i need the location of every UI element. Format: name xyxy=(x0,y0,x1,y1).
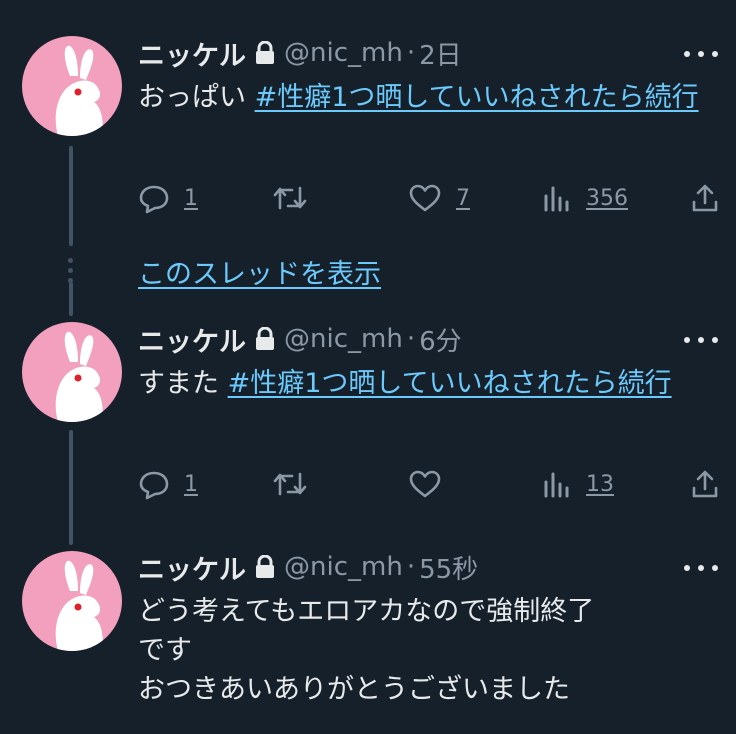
heart-icon xyxy=(409,184,441,212)
more-icon[interactable] xyxy=(684,44,718,64)
rabbit-icon xyxy=(55,560,103,651)
avatar[interactable] xyxy=(22,36,122,136)
retweet-button[interactable] xyxy=(272,464,308,504)
tweet-text: どう考えてもエロアカなので強制終了 です おつきあいありがとうございました xyxy=(138,592,718,709)
tweet-header: ニッケル @nic_mh · 55秒 xyxy=(138,547,478,587)
retweet-icon xyxy=(273,472,307,496)
reply-icon xyxy=(139,471,169,500)
reply-count: 1 xyxy=(184,471,198,497)
more-icon[interactable] xyxy=(684,558,718,578)
lock-icon xyxy=(254,327,276,351)
avatar[interactable] xyxy=(22,322,122,422)
tweet-text-line: おつきあいありがとうございました xyxy=(138,674,570,705)
like-button[interactable]: 7 xyxy=(408,178,470,218)
tweet-text-prefix: おっぱい xyxy=(138,82,255,113)
separator: · xyxy=(406,324,416,354)
hashtag-link[interactable]: #性癖1つ晒していいねされたら続行 xyxy=(255,82,699,113)
tweet-text: おっぱい #性癖1つ晒していいねされたら続行 xyxy=(138,78,718,117)
views-button[interactable]: 13 xyxy=(542,464,614,504)
lock-icon xyxy=(254,41,276,65)
reply-button[interactable]: 1 xyxy=(138,464,198,504)
view-count: 356 xyxy=(586,185,628,211)
tweet-text-line: どう考えてもエロアカなので強制終了 xyxy=(138,596,595,627)
retweet-icon xyxy=(273,186,307,210)
like-button[interactable] xyxy=(408,464,442,504)
hashtag-link[interactable]: #性癖1つ晒していいねされたら続行 xyxy=(228,368,672,399)
user-handle[interactable]: @nic_mh xyxy=(284,552,403,582)
share-button[interactable] xyxy=(690,178,720,218)
share-icon xyxy=(692,184,718,212)
views-icon xyxy=(544,472,569,498)
tweet-actions: 1 7 356 xyxy=(138,178,728,218)
separator: · xyxy=(406,38,416,68)
tweet-actions: 1 13 xyxy=(138,464,728,504)
retweet-button[interactable] xyxy=(272,178,308,218)
share-button[interactable] xyxy=(690,464,720,504)
thread-connector xyxy=(69,430,73,545)
views-button[interactable]: 356 xyxy=(542,178,628,218)
display-name[interactable]: ニッケル xyxy=(138,34,246,73)
display-name[interactable]: ニッケル xyxy=(138,548,246,587)
reply-icon xyxy=(139,185,169,214)
timestamp[interactable]: 6分 xyxy=(419,321,462,358)
like-count: 7 xyxy=(456,185,470,211)
tweet-text: すまた #性癖1つ晒していいねされたら続行 xyxy=(138,364,718,403)
tweet-header: ニッケル @nic_mh · 2日 xyxy=(138,33,462,73)
reply-count: 1 xyxy=(184,185,198,211)
share-icon xyxy=(692,470,718,498)
reply-button[interactable]: 1 xyxy=(138,178,198,218)
separator: · xyxy=(406,552,416,582)
more-icon[interactable] xyxy=(684,330,718,350)
user-handle[interactable]: @nic_mh xyxy=(284,38,403,68)
tweet-text-line: です xyxy=(138,635,192,666)
display-name[interactable]: ニッケル xyxy=(138,320,246,359)
rabbit-icon xyxy=(55,45,103,136)
view-count: 13 xyxy=(586,471,614,497)
thread-connector xyxy=(69,282,73,316)
views-icon xyxy=(544,186,569,212)
thread-connector xyxy=(69,146,73,246)
lock-icon xyxy=(254,555,276,579)
tweet-header: ニッケル @nic_mh · 6分 xyxy=(138,319,462,359)
heart-icon xyxy=(409,470,441,498)
timestamp[interactable]: 55秒 xyxy=(419,549,478,586)
user-handle[interactable]: @nic_mh xyxy=(284,324,403,354)
show-thread-link[interactable]: このスレッドを表示 xyxy=(138,252,381,291)
tweet-text-prefix: すまた xyxy=(138,368,228,399)
timestamp[interactable]: 2日 xyxy=(419,35,462,72)
avatar[interactable] xyxy=(22,551,122,651)
rabbit-icon xyxy=(55,331,103,422)
